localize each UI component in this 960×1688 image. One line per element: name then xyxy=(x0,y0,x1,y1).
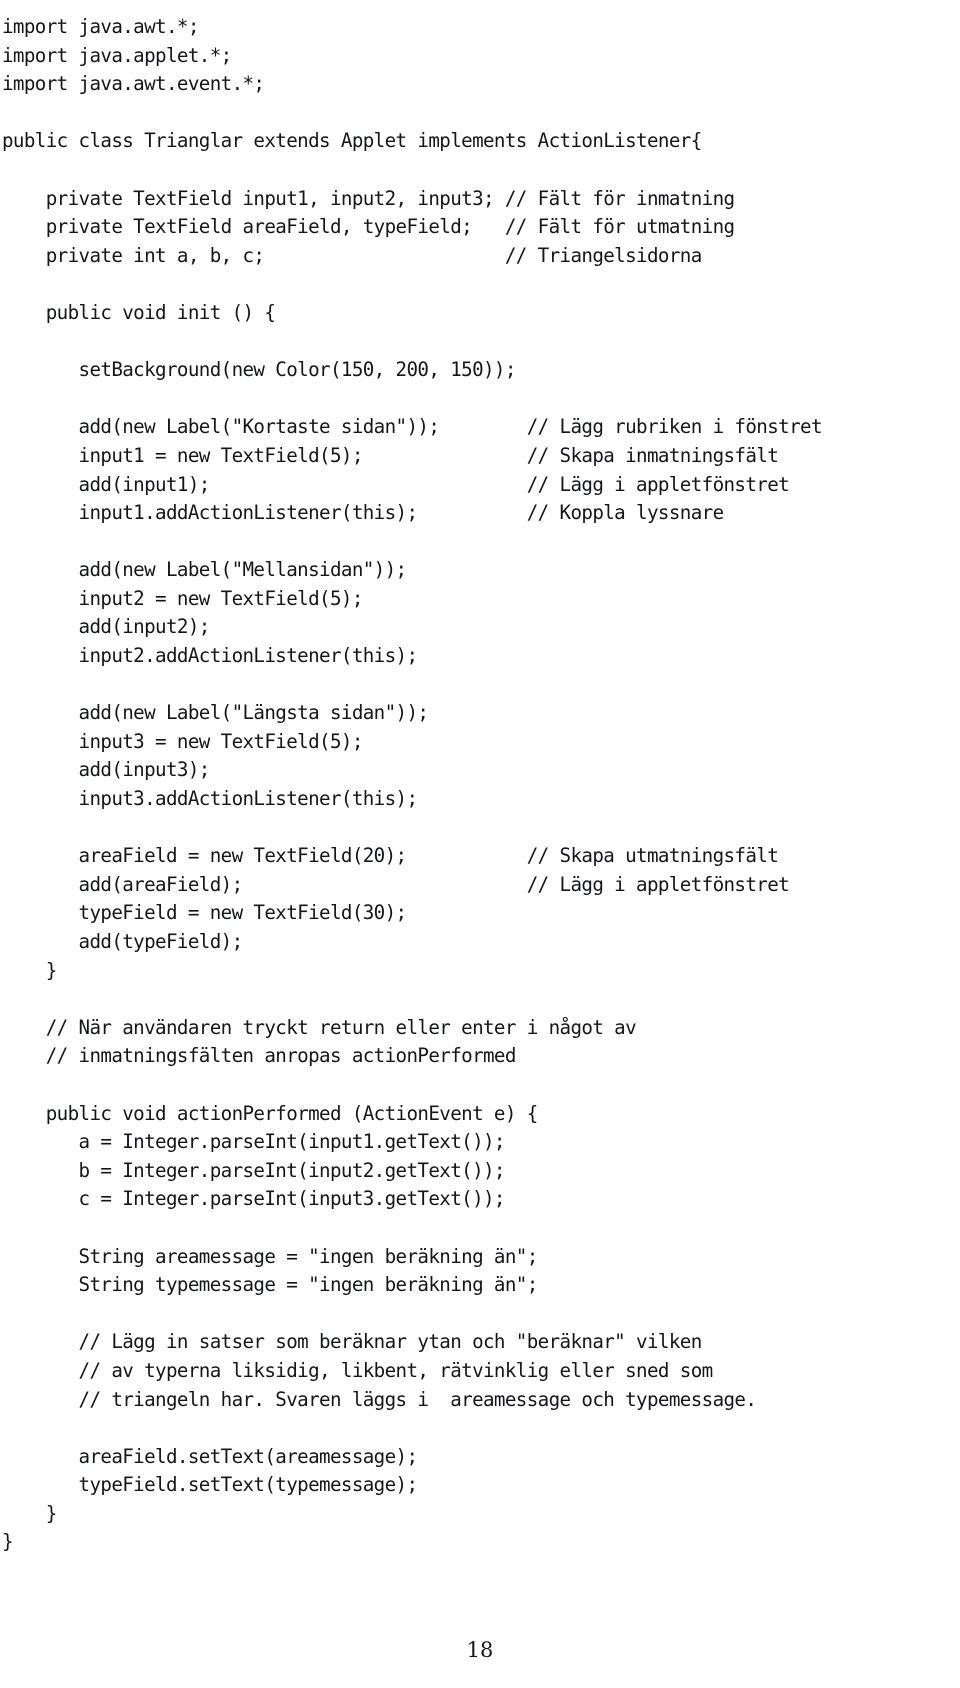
code-line: add(typeField); xyxy=(2,930,244,953)
code-line: input3 = new TextField(5); xyxy=(2,729,364,753)
page-number: 18 xyxy=(466,1638,494,1662)
code-line: String areamessage = "ingen beräkning än… xyxy=(2,1244,539,1268)
code-line: add(input3); xyxy=(2,758,211,782)
code-line: // triangeln har. Svaren läggs i areames… xyxy=(2,1387,757,1411)
code-line: add(new Label("Mellansidan")); xyxy=(2,558,408,582)
code-line: } xyxy=(2,1501,58,1525)
code-line: typeField.setText(typemessage); xyxy=(2,1473,419,1497)
document-page: import java.awt.*; import java.applet.*; i… xyxy=(0,0,960,1688)
code-line: add(new Label("Längsta sidan")); xyxy=(2,701,429,725)
code-line: input3.addActionListener(this); xyxy=(2,787,419,811)
code-line: a = Integer.parseInt(input1.getText()); xyxy=(2,1130,506,1154)
code-line: public void init () { xyxy=(2,300,276,324)
code-line: String typemessage = "ingen beräkning än… xyxy=(2,1273,539,1297)
code-line: public void actionPerformed (ActionEvent… xyxy=(2,1101,539,1125)
code-line: input2.addActionListener(this); xyxy=(2,644,419,668)
code-line: import java.applet.*; xyxy=(2,43,232,67)
code-line: add(input2); xyxy=(2,615,211,639)
code-line: import java.awt.event.*; xyxy=(2,72,265,96)
code-line: } xyxy=(2,1530,14,1554)
code-line: input1.addActionListener(this); // Koppl… xyxy=(2,501,725,525)
code-line: areaField = new TextField(20); // Skapa … xyxy=(2,844,779,868)
code-line: typeField = new TextField(30); xyxy=(2,901,408,925)
code-line: // inmatningsfälten anropas actionPerfor… xyxy=(2,1044,517,1068)
code-line: import java.awt.*; xyxy=(2,15,199,38)
code-line: input1 = new TextField(5); // Skapa inma… xyxy=(2,443,779,467)
code-line: // av typerna liksidig, likbent, rätvink… xyxy=(2,1358,714,1382)
code-line: // Lägg in satser som beräknar ytan och … xyxy=(2,1330,703,1354)
code-line: b = Integer.parseInt(input2.getText()); xyxy=(2,1158,506,1182)
code-line: // När användaren tryckt return eller en… xyxy=(2,1015,637,1039)
code-line: private TextField input1, input2, input3… xyxy=(2,186,735,210)
code-line: add(new Label("Kortaste sidan")); // Läg… xyxy=(2,415,823,439)
code-line: private int a, b, c; // Triangelsidorna xyxy=(2,243,703,267)
code-line: public class Trianglar extends Applet im… xyxy=(2,129,702,153)
code-line: setBackground(new Color(150, 200, 150)); xyxy=(2,358,517,382)
code-listing: import java.awt.*; import java.applet.*; i… xyxy=(2,13,958,1557)
code-line: input2 = new TextField(5); xyxy=(2,586,364,610)
code-line: c = Integer.parseInt(input3.getText()); xyxy=(2,1187,506,1211)
code-line: } xyxy=(2,958,58,982)
code-line: areaField.setText(areamessage); xyxy=(2,1444,419,1468)
code-line: private TextField areaField, typeField; … xyxy=(2,215,735,239)
code-line: add(areaField); // Lägg i appletfönstret xyxy=(2,872,790,896)
code-line: add(input1); // Lägg i appletfönstret xyxy=(2,472,790,496)
